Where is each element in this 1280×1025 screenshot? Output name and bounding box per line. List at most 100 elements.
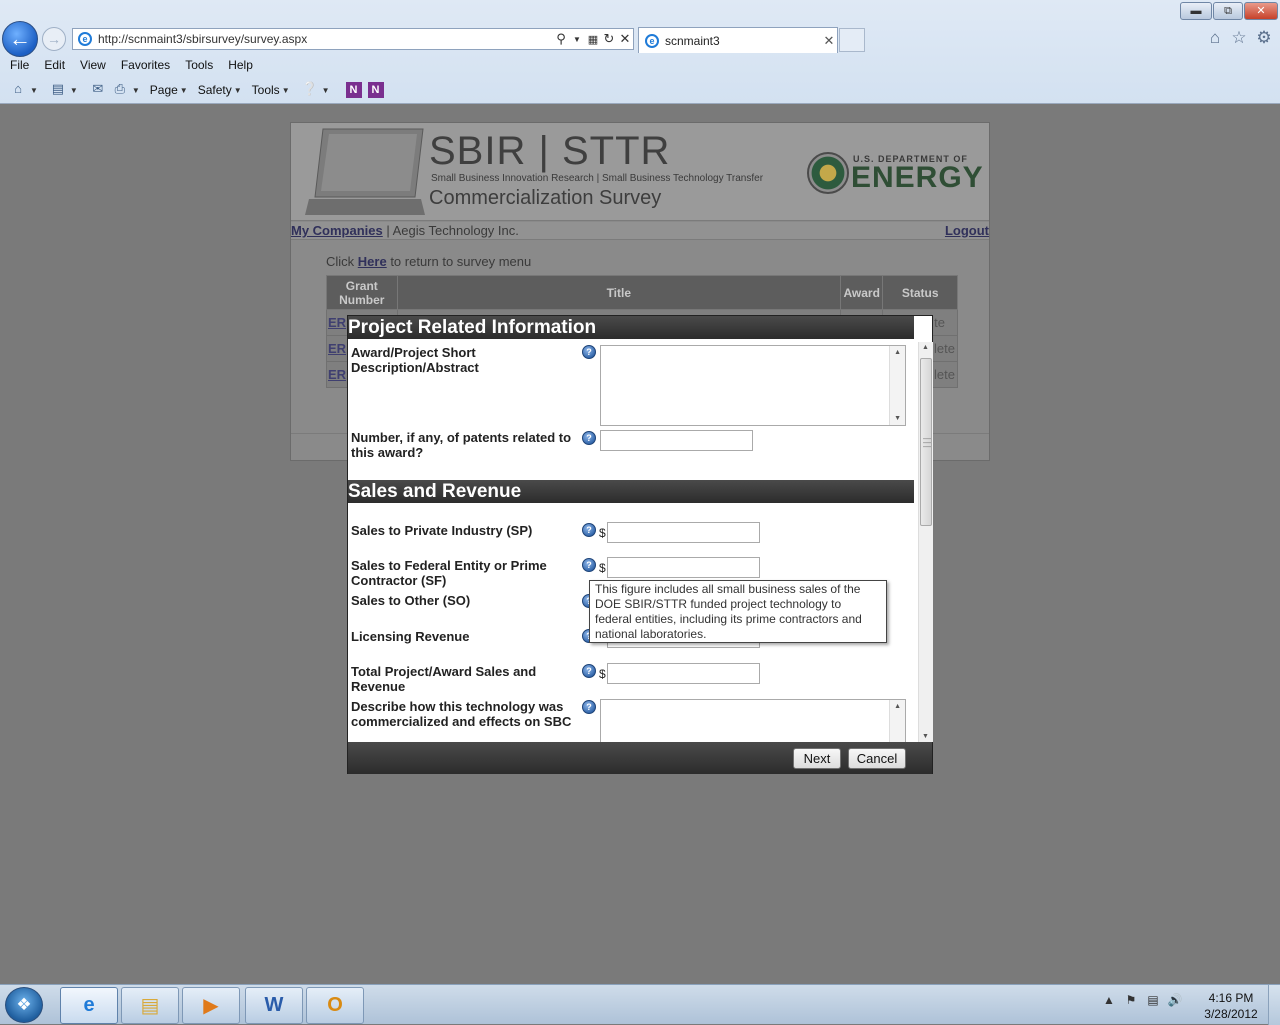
favorites-star-icon[interactable]: ☆	[1229, 28, 1249, 48]
menu-edit[interactable]: Edit	[44, 58, 65, 72]
site-banner: SBIR | STTR Small Business Innovation Re…	[291, 123, 989, 221]
here-link[interactable]: Here	[358, 254, 387, 269]
describe-commercialization-label: Describe how this technology was commerc…	[351, 699, 572, 729]
taskbar-windows-explorer[interactable]: ▤	[121, 987, 179, 1024]
grant-link[interactable]: ER	[328, 315, 346, 330]
refresh-icon[interactable]: ↻	[601, 31, 617, 47]
site-ie-icon: e	[78, 32, 92, 46]
describe-textarea-scrollbar[interactable]: ▲	[889, 700, 905, 742]
taskbar-word[interactable]: W	[245, 987, 303, 1024]
minimize-button[interactable]: ▬	[1180, 2, 1212, 20]
tab-close-icon[interactable]: ✕	[821, 33, 837, 49]
scroll-up-icon[interactable]: ▲	[922, 344, 929, 351]
help-icon[interactable]: ❔	[300, 81, 320, 99]
company-name: Aegis Technology Inc.	[392, 223, 519, 238]
menu-bar: File Edit View Favorites Tools Help	[0, 55, 1280, 75]
home-dropdown-icon[interactable]: ▼	[30, 86, 38, 95]
describe-commercialization-textarea[interactable]: ▲	[600, 699, 906, 742]
logout-link[interactable]: Logout	[945, 223, 989, 238]
menu-view[interactable]: View	[80, 58, 106, 72]
browser-chrome: ← → e http://scnmaint3/sbirsurvey/survey…	[0, 0, 1280, 104]
system-clock[interactable]: 4:16 PM 3/28/2012	[1196, 990, 1266, 1022]
dialog-scroll-area[interactable]: Project Related Information Award/Projec…	[348, 316, 918, 742]
page-dropdown-icon[interactable]: ▼	[180, 86, 188, 95]
abstract-textarea-scrollbar[interactable]: ▲ ▼	[889, 346, 905, 425]
scrollbar-thumb[interactable]: — — —	[920, 358, 932, 526]
patents-input[interactable]	[600, 430, 753, 451]
abstract-textarea[interactable]: ▲ ▼	[600, 345, 906, 426]
total-revenue-help-icon[interactable]: ?	[582, 664, 596, 678]
folder-icon: ▤	[140, 995, 160, 1017]
mail-icon[interactable]: ✉	[88, 81, 108, 99]
forward-button[interactable]: →	[42, 27, 66, 51]
feeds-icon[interactable]: ▤	[48, 81, 68, 99]
sales-private-help-icon[interactable]: ?	[582, 523, 596, 537]
feeds-dropdown-icon[interactable]: ▼	[70, 86, 78, 95]
print-dropdown-icon[interactable]: ▼	[132, 86, 140, 95]
network-icon[interactable]: ▤	[1142, 993, 1164, 1007]
dialog-scrollbar[interactable]: ▲ — — — ▼	[918, 342, 933, 742]
total-revenue-label: Total Project/Award Sales and Revenue	[351, 664, 537, 694]
new-tab-button[interactable]	[839, 28, 865, 52]
describe-help-icon[interactable]: ?	[582, 700, 596, 714]
sales-federal-input[interactable]	[607, 557, 760, 578]
next-button[interactable]: Next	[793, 748, 841, 769]
search-icon[interactable]: ⚲	[553, 31, 569, 47]
safety-dropdown-icon[interactable]: ▼	[234, 86, 242, 95]
sales-federal-help-icon[interactable]: ?	[582, 558, 596, 572]
menu-file[interactable]: File	[10, 58, 29, 72]
menu-tools[interactable]: Tools	[185, 58, 213, 72]
url-text[interactable]: http://scnmaint3/sbirsurvey/survey.aspx	[98, 32, 553, 46]
sales-federal-label: Sales to Federal Entity or Prime Contrac…	[351, 558, 547, 588]
safety-menu[interactable]: Safety	[198, 83, 232, 97]
my-companies-link[interactable]: My Companies	[291, 223, 383, 238]
page-menu[interactable]: Page	[150, 83, 178, 97]
company-nav: My Companies | Aegis Technology Inc. Log…	[291, 222, 989, 240]
help-dropdown-icon[interactable]: ▼	[322, 86, 330, 95]
sales-private-input[interactable]	[607, 522, 760, 543]
tab-ie-icon: e	[645, 33, 659, 48]
volume-icon[interactable]: 🔊	[1164, 993, 1186, 1007]
patents-label: Number, if any, of patents related to th…	[351, 430, 572, 460]
print-icon[interactable]: ⎙	[110, 81, 130, 99]
back-button[interactable]: ←	[2, 21, 38, 57]
show-hidden-icons-icon[interactable]: ▲	[1098, 993, 1120, 1007]
home-icon[interactable]: ⌂	[1205, 28, 1225, 48]
show-desktop-button[interactable]	[1268, 985, 1280, 1025]
scroll-up-icon[interactable]: ▲	[894, 703, 901, 710]
total-revenue-input[interactable]	[607, 663, 760, 684]
scroll-down-icon[interactable]: ▼	[922, 733, 929, 740]
restore-button[interactable]: ⧉	[1213, 2, 1243, 20]
abstract-help-icon[interactable]: ?	[582, 345, 596, 359]
gear-icon[interactable]: ⚙	[1254, 28, 1274, 48]
menu-favorites[interactable]: Favorites	[121, 58, 170, 72]
action-center-flag-icon[interactable]: ⚑	[1120, 993, 1142, 1007]
scroll-down-icon[interactable]: ▼	[894, 415, 901, 422]
patents-help-icon[interactable]: ?	[582, 431, 596, 445]
doe-seal-logo	[807, 152, 849, 194]
tools-dropdown-icon[interactable]: ▼	[282, 86, 290, 95]
taskbar-internet-explorer[interactable]: e	[60, 987, 118, 1024]
browser-tab[interactable]: e scnmaint3 ✕	[638, 27, 838, 53]
close-window-button[interactable]: ✕	[1244, 2, 1278, 20]
menu-help[interactable]: Help	[228, 58, 253, 72]
grant-link[interactable]: ER	[328, 341, 346, 356]
internet-explorer-icon: e	[83, 994, 95, 1016]
brand-subtitle: Small Business Innovation Research | Sma…	[431, 173, 764, 184]
sales-other-label: Sales to Other (SO)	[351, 593, 471, 608]
dropdown-arrow-icon[interactable]: ▼	[569, 35, 585, 44]
compatibility-view-icon[interactable]: ▦	[585, 33, 601, 46]
stop-icon[interactable]: ✕	[617, 31, 633, 47]
header-status: Status	[882, 275, 958, 310]
grant-link[interactable]: ER	[328, 367, 346, 382]
tools-menu[interactable]: Tools	[252, 83, 280, 97]
onenote-icon[interactable]: N	[345, 82, 362, 98]
onenote-linked-icon[interactable]: N	[367, 82, 384, 98]
cancel-button[interactable]: Cancel	[848, 748, 906, 769]
home-cmd-icon[interactable]: ⌂	[8, 81, 28, 99]
scroll-up-icon[interactable]: ▲	[894, 349, 901, 356]
taskbar-outlook[interactable]: O	[306, 987, 364, 1024]
start-button[interactable]: ❖	[5, 987, 43, 1023]
taskbar-media-player[interactable]: ▶	[182, 987, 240, 1024]
address-bar[interactable]: e http://scnmaint3/sbirsurvey/survey.asp…	[72, 28, 634, 50]
